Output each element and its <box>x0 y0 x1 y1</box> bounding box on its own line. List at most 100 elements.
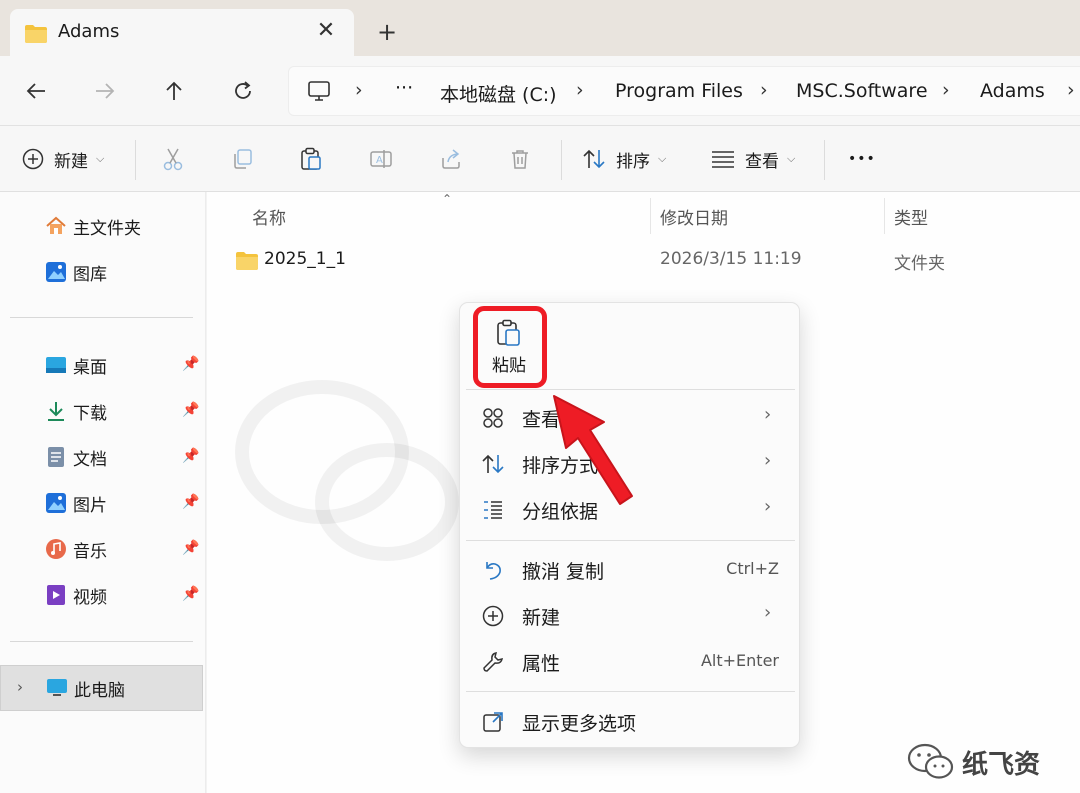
group-icon <box>480 497 506 523</box>
chevron-right-icon: › <box>764 404 772 425</box>
watermark-badge: 纸飞资 <box>906 742 1040 782</box>
music-icon <box>44 537 68 561</box>
menu-item-properties[interactable]: 属性 Alt+Enter <box>460 640 801 684</box>
watermark-text: 纸飞资 <box>962 749 1041 780</box>
back-button[interactable] <box>18 73 54 109</box>
new-tab-button[interactable]: + <box>372 17 402 47</box>
refresh-icon <box>235 81 251 99</box>
sidebar-item-pictures[interactable]: 图片 <box>44 488 107 518</box>
breadcrumb-msc-software[interactable]: MSC.Software <box>796 80 928 102</box>
arrow-left-icon <box>26 83 45 99</box>
pin-icon[interactable]: 📌 <box>182 586 199 602</box>
pin-icon[interactable]: 📌 <box>182 402 199 418</box>
share-icon <box>442 149 460 169</box>
sidebar-item-label: 图库 <box>73 264 107 285</box>
table-row[interactable]: 2025_1_1 2026/3/15 11:19 文件夹 <box>207 244 1080 278</box>
chevron-right-icon[interactable]: › <box>942 79 950 101</box>
up-button[interactable] <box>156 73 192 109</box>
chevron-down-icon: ⌵ <box>658 152 667 165</box>
sort-button[interactable]: 排序 ⌵ <box>582 126 666 192</box>
file-type: 文件夹 <box>894 254 945 274</box>
chevron-right-icon[interactable]: › <box>17 678 23 696</box>
chevron-right-icon[interactable]: › <box>1067 79 1075 101</box>
undo-icon <box>480 557 506 583</box>
toolbar-divider <box>824 140 825 180</box>
svg-text:A: A <box>376 155 383 166</box>
menu-item-label: 新建 <box>522 607 561 629</box>
sort-icon <box>480 451 506 477</box>
cut-button[interactable] <box>162 126 184 192</box>
sidebar-item-this-pc[interactable]: › 此电脑 <box>0 665 203 711</box>
pictures-icon <box>44 491 68 515</box>
pin-icon[interactable]: 📌 <box>182 356 199 372</box>
sidebar-item-label: 音乐 <box>73 541 107 562</box>
sort-label: 排序 <box>616 151 650 172</box>
chevron-right-icon[interactable]: › <box>576 79 584 101</box>
copy-button[interactable] <box>231 126 253 192</box>
navigation-bar: › ··· 本地磁盘 (C:) › Program Files › MSC.So… <box>0 56 1080 126</box>
rename-icon: A <box>370 150 392 168</box>
wechat-watermark-icon <box>235 380 459 561</box>
paste-toolbar-button[interactable] <box>300 126 322 192</box>
ellipsis-icon: ••• <box>848 151 876 167</box>
column-header-date[interactable]: 修改日期 <box>660 204 728 229</box>
menu-item-undo-copy[interactable]: 撤消 复制 Ctrl+Z <box>460 548 801 592</box>
breadcrumb-overflow[interactable]: ··· <box>395 77 413 99</box>
forward-button[interactable] <box>87 73 123 109</box>
breadcrumb-local-disk[interactable]: 本地磁盘 (C:) <box>440 80 557 107</box>
folder-icon <box>25 25 47 43</box>
breadcrumb-adams[interactable]: Adams <box>980 80 1045 102</box>
pin-icon[interactable]: 📌 <box>182 448 199 464</box>
chevron-down-icon: ⌵ <box>96 152 105 165</box>
tab-adams[interactable]: Adams ✕ <box>10 9 354 56</box>
column-divider[interactable] <box>884 198 885 234</box>
chevron-right-icon[interactable]: › <box>355 79 363 101</box>
wrench-icon <box>480 649 506 675</box>
sidebar-item-downloads[interactable]: 下载 <box>44 396 107 426</box>
scissors-icon <box>163 148 183 171</box>
download-icon <box>44 399 68 423</box>
close-icon[interactable]: ✕ <box>312 17 340 45</box>
home-icon <box>44 214 68 238</box>
new-button[interactable]: 新建 ⌵ <box>22 126 104 192</box>
more-options-button[interactable]: ••• <box>848 126 876 192</box>
file-name: 2025_1_1 <box>264 249 346 269</box>
sidebar-item-videos[interactable]: 视频 <box>44 580 107 610</box>
pin-icon[interactable]: 📌 <box>182 540 199 556</box>
sidebar-item-this-pc-label-row: 此电脑 <box>45 673 125 703</box>
share-button[interactable] <box>440 126 462 192</box>
column-header-name[interactable]: 名称 <box>252 204 286 229</box>
sidebar-item-desktop[interactable]: 桌面 <box>44 350 107 380</box>
menu-item-show-more-options[interactable]: 显示更多选项 <box>460 700 801 744</box>
videos-icon <box>44 583 68 607</box>
menu-item-label: 显示更多选项 <box>522 713 637 735</box>
pin-icon[interactable]: 📌 <box>182 494 199 510</box>
plus-circle-icon <box>480 603 506 629</box>
sidebar-divider <box>10 317 193 318</box>
arrow-up-icon <box>166 81 182 100</box>
column-header-type[interactable]: 类型 <box>894 204 928 229</box>
column-divider[interactable] <box>650 198 651 234</box>
list-view-icon <box>712 151 734 168</box>
menu-item-label: 撤消 复制 <box>522 561 605 583</box>
computer-icon <box>45 676 69 700</box>
menu-item-new[interactable]: 新建 › <box>460 594 801 638</box>
context-menu: 粘贴 查看 › 排序方式 › 分组依据 › 撤消 复制 Ctrl+Z 新建 › … <box>459 302 800 748</box>
copy-icon <box>234 149 252 169</box>
sidebar-item-documents[interactable]: 文档 <box>44 442 107 472</box>
view-button[interactable]: 查看 ⌵ <box>711 126 795 192</box>
sidebar-item-label: 此电脑 <box>74 680 125 701</box>
sidebar-item-home[interactable]: 主文件夹 <box>44 211 141 241</box>
tab-strip: Adams ✕ + <box>0 0 1080 56</box>
sidebar-item-gallery[interactable]: 图库 <box>44 257 107 287</box>
delete-button[interactable] <box>509 126 531 192</box>
breadcrumb-program-files[interactable]: Program Files <box>615 80 743 102</box>
rename-button[interactable]: A <box>369 126 393 192</box>
sidebar-item-music[interactable]: 音乐 <box>44 534 107 564</box>
sidebar-item-label: 桌面 <box>73 357 107 378</box>
refresh-button[interactable] <box>225 73 261 109</box>
grid-icon <box>480 405 506 431</box>
sidebar-item-label: 主文件夹 <box>73 218 141 239</box>
chevron-right-icon[interactable]: › <box>760 79 768 101</box>
address-bar[interactable]: › ··· 本地磁盘 (C:) › Program Files › MSC.So… <box>288 66 1080 116</box>
